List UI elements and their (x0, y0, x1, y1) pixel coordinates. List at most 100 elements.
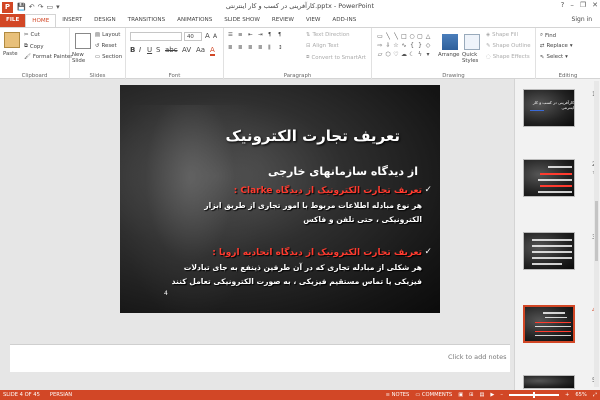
tab-transitions[interactable]: TRANSITIONS (122, 14, 172, 27)
font-color-icon[interactable]: A (210, 46, 215, 56)
select-button[interactable]: ⇖ Select ▾ (540, 54, 568, 60)
increase-indent-icon[interactable]: ⇥ (258, 32, 263, 38)
change-case-icon[interactable]: Aa (196, 46, 205, 54)
underline-icon[interactable]: U (147, 46, 152, 54)
new-slide-button[interactable]: New Slide (72, 52, 94, 64)
format-painter-button[interactable]: 🖌 Format Painter (24, 54, 72, 60)
tab-review[interactable]: REVIEW (266, 14, 300, 27)
minimize-icon[interactable]: – (570, 1, 574, 9)
tab-slide-show[interactable]: SLIDE SHOW (218, 14, 266, 27)
slide-title[interactable]: تعریف تجارت الکترونیک (225, 127, 400, 145)
shape-arrow-icon[interactable]: ⇩ (384, 41, 392, 50)
reading-view-icon[interactable]: ▤ (479, 392, 484, 398)
shape-rounded-rect-icon[interactable]: ▢ (416, 32, 424, 41)
tab-design[interactable]: DESIGN (88, 14, 122, 27)
shape-line-icon[interactable]: ╲ (392, 32, 400, 41)
point1-line2[interactable]: الکترونیکی ، حتی تلفن و فاکس (303, 215, 422, 224)
zoom-out-icon[interactable]: – (500, 392, 503, 398)
new-slide-icon[interactable] (75, 33, 91, 49)
fit-slide-icon[interactable]: ⤢ (593, 392, 597, 399)
tab-add-ins[interactable]: ADD-INS (326, 14, 362, 27)
align-left-icon[interactable]: ≣ (228, 45, 233, 51)
slide-thumbnail-2[interactable] (523, 159, 575, 197)
comments-toggle[interactable]: ▭ COMMENTS (415, 392, 452, 398)
bullets-icon[interactable]: ☰ (228, 32, 233, 38)
shape-triangle-icon[interactable]: △ (424, 32, 432, 41)
tab-view[interactable]: VIEW (300, 14, 327, 27)
shape-textbox-icon[interactable]: ▭ (376, 32, 384, 41)
shape-effects-button[interactable]: ◌ Shape Effects (486, 54, 530, 60)
slideshow-view-icon[interactable]: ▶ (490, 392, 494, 398)
zoom-slider-knob[interactable] (532, 392, 535, 398)
quick-styles-icon[interactable] (464, 34, 480, 50)
point2-line2[interactable]: فیزیکی یا تماس مستقیم فیزیکی ، به صورت ا… (172, 277, 422, 286)
scrollbar-thumb[interactable] (595, 201, 598, 261)
point2-heading[interactable]: تعریف تجارت الکترونیک از دیدگاه اتحادیه … (212, 248, 422, 258)
tab-insert[interactable]: INSERT (56, 14, 88, 27)
char-spacing-icon[interactable]: AV (182, 46, 191, 54)
maximize-icon[interactable]: ❐ (580, 1, 586, 9)
bold-icon[interactable]: B (130, 46, 135, 54)
cut-button[interactable]: ✂ Cut (24, 32, 40, 38)
shape-brace-icon[interactable]: { (408, 41, 416, 50)
shape-hexagon-icon[interactable]: ⬡ (384, 50, 392, 59)
slide-thumbnail-3[interactable] (523, 232, 575, 270)
arrange-button[interactable]: Arrange (438, 52, 459, 58)
copy-button[interactable]: ⧉ Copy (24, 43, 44, 50)
shape-rectangle-icon[interactable]: □ (400, 32, 408, 41)
point1-heading[interactable]: تعریف تجارت الکترونیک از دیدگاه Clarke : (234, 186, 422, 196)
shape-star-icon[interactable]: ☆ (392, 41, 400, 50)
text-direction-button[interactable]: ⇅ Text Direction (306, 32, 350, 38)
zoom-level[interactable]: 65% (575, 392, 587, 398)
shape-oval-icon[interactable]: ○ (408, 32, 416, 41)
strikethrough-icon[interactable]: abc (165, 46, 178, 54)
shape-line-icon[interactable]: ╲ (384, 32, 392, 41)
zoom-in-icon[interactable]: + (565, 392, 569, 398)
shape-fill-button[interactable]: ◈ Shape Fill (486, 32, 518, 38)
shape-arrow-icon[interactable]: ⇨ (376, 41, 384, 50)
convert-smartart-button[interactable]: ⧈ Convert to SmartArt (306, 54, 366, 61)
shape-curve-icon[interactable]: ∿ (400, 41, 408, 50)
find-button[interactable]: ⌕ Find (540, 32, 556, 39)
arrange-icon[interactable] (442, 34, 458, 50)
slide-subtitle[interactable]: از دیدگاه سازمانهای خارجی (268, 165, 418, 178)
align-right-icon[interactable]: ≣ (248, 45, 253, 51)
shape-brace-icon[interactable]: } (416, 41, 424, 50)
shape-moon-icon[interactable]: ☾ (408, 50, 416, 59)
ltr-icon[interactable]: ¶ (268, 32, 271, 38)
layout-button[interactable]: ▤ Layout (95, 32, 120, 38)
close-icon[interactable]: ✕ (592, 1, 598, 9)
tab-file[interactable]: FILE (0, 14, 26, 27)
section-button[interactable]: ▭ Section (95, 54, 122, 60)
slide-thumbnail-1[interactable]: کارآفرینی در کسب و کار اینترنتی (523, 89, 575, 127)
align-center-icon[interactable]: ≣ (238, 45, 243, 51)
shape-cloud-icon[interactable]: ☁ (400, 50, 408, 59)
shape-outline-button[interactable]: ✎ Shape Outline (486, 43, 531, 49)
slide-sorter-icon[interactable]: ⊞ (469, 392, 473, 398)
point1-line1[interactable]: هر نوع مبادله اطلاعات مربوط با امور تجار… (204, 201, 422, 210)
justify-icon[interactable]: ≣ (258, 45, 263, 51)
slide-thumbnail-4[interactable] (523, 305, 575, 343)
shape-bolt-icon[interactable]: ϟ (416, 50, 424, 59)
shape-heart-icon[interactable]: ♡ (392, 50, 400, 59)
normal-view-icon[interactable]: ▣ (458, 392, 463, 398)
shape-diamond-icon[interactable]: ◇ (424, 41, 432, 50)
reset-button[interactable]: ↺ Reset (95, 43, 117, 49)
align-text-button[interactable]: ⊟ Align Text (306, 43, 339, 49)
grow-font-icon[interactable]: A (205, 32, 210, 40)
sign-in-link[interactable]: Sign in (572, 16, 592, 23)
shape-callout-icon[interactable]: ▱ (376, 50, 384, 59)
slide-canvas[interactable]: تعریف تجارت الکترونیک از دیدگاه سازمانها… (120, 85, 440, 313)
columns-icon[interactable]: ⫼ (268, 45, 270, 52)
thumbnails-scrollbar[interactable] (594, 81, 599, 387)
numbering-icon[interactable]: ≡ (238, 32, 243, 38)
replace-button[interactable]: ⇄ Replace ▾ (540, 43, 573, 49)
more-shapes-icon[interactable]: ▾ (424, 50, 432, 59)
line-spacing-icon[interactable]: ↕ (278, 45, 283, 51)
shadow-icon[interactable]: S (156, 46, 160, 54)
paste-button[interactable]: Paste (3, 51, 18, 57)
language-indicator[interactable]: PERSIAN (50, 392, 72, 398)
font-name-box[interactable] (130, 32, 182, 41)
rtl-icon[interactable]: ¶ (278, 32, 281, 38)
font-size-box[interactable]: 40 (184, 32, 202, 41)
